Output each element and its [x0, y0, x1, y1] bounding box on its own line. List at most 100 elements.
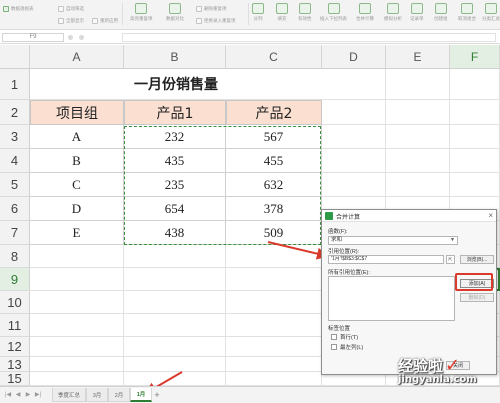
add-sheet-button[interactable]: + [152, 389, 162, 401]
table-cell[interactable]: D [30, 197, 124, 221]
empty-cell[interactable] [450, 100, 500, 125]
empty-cell[interactable] [124, 357, 226, 372]
sheet-tab-march[interactable]: 3月 [86, 388, 108, 402]
row-header-10[interactable]: 10 [0, 291, 30, 314]
delete-button[interactable]: 删除(D) [460, 293, 494, 302]
empty-cell[interactable] [450, 69, 500, 100]
ribbon-split-column-button[interactable]: 分列 [252, 3, 264, 22]
prev-sheet-icon[interactable]: ◀ [14, 390, 22, 398]
ribbon-show-all-button[interactable]: 全部显示 [58, 16, 84, 25]
row-header-9[interactable]: 9 [0, 268, 30, 291]
empty-cell[interactable] [322, 100, 386, 125]
empty-cell[interactable] [30, 372, 124, 386]
name-box[interactable]: F9 [2, 33, 64, 42]
empty-cell[interactable] [226, 245, 322, 268]
ribbon-dropdown-list-button[interactable]: 插入下拉列表 [320, 3, 347, 22]
column-header-c[interactable]: C [226, 45, 322, 69]
table-cell[interactable]: C [30, 173, 124, 197]
table-cell[interactable]: 509 [226, 221, 322, 245]
empty-cell[interactable] [386, 173, 450, 197]
empty-cell[interactable] [386, 125, 450, 149]
ribbon-remove-duplicates-button[interactable]: 删除重复项 [196, 4, 227, 13]
empty-cell[interactable] [322, 125, 386, 149]
zoom-icon[interactable] [68, 35, 73, 40]
column-header-b[interactable]: B [124, 45, 226, 69]
empty-cell[interactable] [386, 149, 450, 173]
table-cell[interactable]: 455 [226, 149, 322, 173]
ribbon-validation-button[interactable]: 有效性 [298, 3, 312, 22]
header-cell-product1[interactable]: 产品1 [124, 100, 226, 125]
ribbon-data-compare-button[interactable]: 数据对比 [166, 3, 184, 22]
ribbon-ungroup-button[interactable]: 取消组合 [458, 3, 476, 22]
ribbon-subtotal-button[interactable]: 分类汇总 [482, 3, 500, 22]
column-header-a[interactable]: A [30, 45, 124, 69]
ribbon-consolidate-button[interactable]: 合并计算 [356, 3, 374, 22]
close-icon[interactable]: × [488, 211, 493, 220]
select-all-corner[interactable] [0, 45, 30, 69]
empty-cell[interactable] [226, 291, 322, 314]
add-button[interactable]: 添加(A) [460, 279, 494, 288]
table-cell[interactable]: E [30, 221, 124, 245]
ribbon-highlight-duplicates-button[interactable]: 高亮重复项 [130, 3, 153, 22]
empty-cell[interactable] [226, 372, 322, 386]
sheet-tab-january[interactable]: 1月 [130, 388, 152, 402]
empty-cell[interactable] [226, 314, 322, 337]
table-cell[interactable]: B [30, 149, 124, 173]
empty-cell[interactable] [30, 337, 124, 357]
table-cell[interactable]: 235 [124, 173, 226, 197]
column-header-f[interactable]: F [450, 45, 500, 69]
table-cell[interactable]: 567 [226, 125, 322, 149]
row-header-5[interactable]: 5 [0, 173, 30, 197]
column-header-e[interactable]: E [386, 45, 450, 69]
empty-cell[interactable] [226, 357, 322, 372]
empty-cell[interactable] [450, 173, 500, 197]
formula-input[interactable] [122, 33, 496, 42]
ok-button[interactable]: 确定 [418, 361, 442, 370]
empty-cell[interactable] [124, 314, 226, 337]
row-header-13[interactable]: 13 [0, 357, 30, 372]
header-cell-project-group[interactable]: 项目组 [30, 100, 124, 125]
row-header-4[interactable]: 4 [0, 149, 30, 173]
empty-cell[interactable] [322, 149, 386, 173]
empty-cell[interactable] [226, 268, 322, 291]
empty-cell[interactable] [450, 149, 500, 173]
row-header-2[interactable]: 2 [0, 100, 30, 125]
empty-cell[interactable] [30, 245, 124, 268]
ribbon-autofilter-button[interactable]: 自动筛选 [58, 4, 84, 13]
empty-cell[interactable] [30, 314, 124, 337]
sheet-tab-february[interactable]: 2月 [108, 388, 130, 402]
header-cell-product2[interactable]: 产品2 [226, 100, 322, 125]
ribbon-reapply-button[interactable]: 重新应用 [92, 16, 118, 25]
table-cell[interactable]: 378 [226, 197, 322, 221]
row-header-3[interactable]: 3 [0, 125, 30, 149]
ribbon-record-form-button[interactable]: 记录单 [410, 3, 424, 22]
first-row-checkbox[interactable]: 首行(T) [331, 333, 358, 341]
ribbon-reject-duplicates-button[interactable]: 拒绝录入重复项 [196, 16, 236, 25]
table-cell[interactable]: 654 [124, 197, 226, 221]
row-header-11[interactable]: 11 [0, 314, 30, 337]
ribbon-fill-button[interactable]: 填充 [276, 3, 288, 22]
empty-cell[interactable] [30, 268, 124, 291]
empty-cell[interactable] [386, 100, 450, 125]
function-icon[interactable] [79, 35, 84, 40]
row-header-15[interactable]: 15 [0, 371, 30, 386]
row-header-12[interactable]: 12 [0, 337, 30, 357]
empty-cell[interactable] [124, 372, 226, 386]
next-sheet-icon[interactable]: ▶ [24, 390, 32, 398]
empty-cell[interactable] [30, 357, 124, 372]
table-cell[interactable]: 435 [124, 149, 226, 173]
sheet-tab-summary[interactable]: 季度汇总 [52, 388, 86, 402]
empty-cell[interactable] [322, 173, 386, 197]
table-title[interactable]: 一月份销售量 [30, 69, 322, 100]
left-column-checkbox[interactable]: 最左列(L) [331, 343, 363, 351]
empty-cell[interactable] [124, 291, 226, 314]
empty-cell[interactable] [124, 268, 226, 291]
empty-cell[interactable] [386, 69, 450, 100]
empty-cell[interactable] [322, 69, 386, 100]
first-sheet-icon[interactable]: |◀ [4, 390, 12, 398]
last-sheet-icon[interactable]: ▶| [34, 390, 42, 398]
column-header-d[interactable]: D [322, 45, 386, 69]
ribbon-what-if-button[interactable]: 模拟分析 [384, 3, 402, 22]
ribbon-pivot-button[interactable]: 数据透视表 [3, 4, 34, 13]
row-header-8[interactable]: 8 [0, 245, 30, 268]
